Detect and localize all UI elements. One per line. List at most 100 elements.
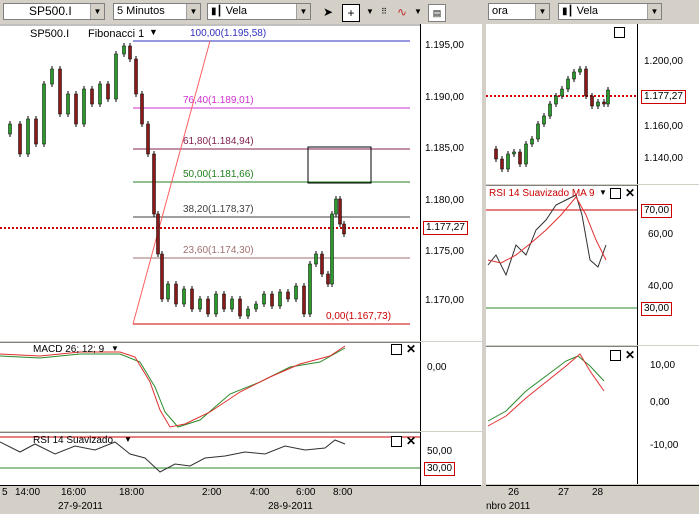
right-chart-type-combo[interactable]: ▮┃ Vela ▼	[558, 3, 662, 20]
chevron-down-icon[interactable]: ▼	[111, 344, 119, 353]
right-chart-type-value: Vela	[576, 5, 599, 17]
price-tick: 1.190,00	[425, 92, 464, 103]
maximize-icon[interactable]	[391, 436, 402, 447]
candle-icon: ▮┃	[211, 6, 223, 17]
time-tick: 8:00	[333, 487, 353, 498]
maximize-icon[interactable]	[610, 188, 621, 199]
close-icon[interactable]: ✕	[406, 435, 416, 447]
chart-header-study: Fibonacci 1	[88, 28, 145, 40]
rsi-pane[interactable]: RSI 14 Suavizado ▼ ✕	[0, 431, 420, 485]
chevron-down-icon[interactable]: ▼	[599, 188, 607, 197]
right-interval-value: ora	[492, 5, 508, 17]
settings-icon[interactable]: ▤	[428, 4, 446, 22]
maximize-icon[interactable]	[391, 344, 402, 355]
candle-body	[536, 123, 540, 140]
chevron-down-icon[interactable]: ▼	[90, 4, 104, 19]
date-label: 27-9-2011	[58, 501, 103, 512]
right-macd-pane[interactable]: ✕	[486, 345, 637, 484]
main-chart-pane[interactable]: SP500.I Fibonacci 1 ▼ 100,00(1.195,58) 76…	[0, 24, 420, 341]
chevron-down-icon[interactable]: ▼	[410, 4, 426, 20]
candle-body	[50, 68, 54, 85]
candle-body	[506, 153, 510, 170]
candle-body	[214, 293, 218, 315]
drawing-icon[interactable]: ∿	[394, 4, 410, 20]
maximize-icon[interactable]	[610, 350, 621, 361]
candle-body	[270, 293, 274, 307]
chevron-down-icon[interactable]: ▼	[535, 4, 549, 19]
right-chart-svg	[486, 66, 637, 172]
close-icon[interactable]: ✕	[625, 187, 635, 199]
chart-type-combo[interactable]: ▮┃ Vela ▼	[207, 3, 311, 20]
candle-body	[342, 223, 346, 235]
candle-body	[238, 298, 242, 317]
price-tick: 1.140,00	[644, 153, 683, 164]
candle-body	[314, 253, 318, 265]
candle-body	[156, 213, 160, 255]
interval-value: 5 Minutos	[117, 5, 165, 17]
close-icon[interactable]: ✕	[406, 343, 416, 355]
candle-body	[602, 101, 606, 105]
candle-body	[530, 138, 534, 145]
chevron-down-icon[interactable]: ▼	[296, 4, 310, 19]
price-tick: 1.170,00	[425, 295, 464, 306]
chevron-down-icon[interactable]: ▼	[149, 27, 158, 37]
candle-body	[590, 95, 594, 107]
candle-body	[606, 89, 610, 105]
cursor-icon[interactable]: ➤	[320, 4, 336, 20]
rsi-tick: 40,00	[648, 281, 674, 292]
candle-body	[320, 253, 324, 275]
price-tick: 1.180,00	[425, 195, 464, 206]
time-tick: 18:00	[119, 487, 145, 498]
close-icon[interactable]: ✕	[625, 349, 635, 361]
candle-body	[596, 101, 600, 107]
time-tick: 6:00	[296, 487, 316, 498]
fib-level-label: 38,20(1.178,37)	[183, 204, 254, 215]
macd-pane[interactable]: MACD 26; 12; 9 ▼ ✕	[0, 341, 420, 431]
price-tick: 1.175,00	[425, 246, 464, 257]
symbol-combo[interactable]: SP500.I ▼	[3, 3, 105, 20]
time-tick: 16:00	[61, 487, 87, 498]
price-tick: 1.185,00	[425, 143, 464, 154]
candle-body	[566, 78, 570, 90]
interval-combo[interactable]: 5 Minutos ▼	[113, 3, 201, 20]
maximize-icon[interactable]	[614, 27, 625, 38]
time-tick: 4:00	[250, 487, 270, 498]
macd-tick: 0,00	[427, 362, 447, 373]
grid-icon[interactable]: ⠿	[376, 4, 392, 20]
candles	[8, 43, 346, 319]
right-chart-pane[interactable]	[486, 24, 637, 184]
candle-body	[198, 298, 202, 310]
chevron-down-icon[interactable]: ▼	[647, 4, 661, 19]
candle-body	[330, 213, 334, 285]
candle-body	[500, 158, 504, 170]
fib-level-label: 76,40(1.189,01)	[183, 95, 254, 106]
time-tick: 2:00	[202, 487, 222, 498]
time-tick: 27	[558, 487, 570, 498]
rsi-title: RSI 14 Suavizado	[33, 435, 114, 446]
right-interval-combo[interactable]: ora ▼	[488, 3, 550, 20]
chevron-down-icon[interactable]: ▼	[124, 435, 132, 444]
right-rsi-pane[interactable]: RSI 14 Suavizado MA 9 ▼ ✕	[486, 184, 637, 345]
candle-body	[584, 68, 588, 97]
right-rsi-axis: 70,00 60,00 40,00 30,00	[637, 185, 699, 345]
candle-body	[542, 115, 546, 125]
candle-body	[182, 288, 186, 305]
main-chart-svg	[0, 24, 420, 325]
candle-body	[34, 118, 38, 145]
candle-body	[58, 68, 62, 115]
chevron-down-icon[interactable]: ▼	[186, 4, 200, 19]
date-label: nbro 2011	[486, 501, 531, 512]
candle-body	[98, 83, 102, 105]
candle-body	[174, 283, 178, 305]
candle-body	[146, 123, 150, 155]
candle-body	[494, 148, 498, 160]
candle-body	[122, 45, 126, 55]
time-tick: 26	[508, 487, 520, 498]
fib-level-label: 61,80(1.184,94)	[183, 136, 254, 147]
time-tick: 28	[592, 487, 604, 498]
crosshair-icon[interactable]: +	[342, 4, 360, 22]
candle-body	[18, 123, 22, 155]
macd-tick: 0,00	[650, 397, 670, 408]
candle-body	[326, 273, 330, 285]
candle-body	[524, 143, 528, 165]
